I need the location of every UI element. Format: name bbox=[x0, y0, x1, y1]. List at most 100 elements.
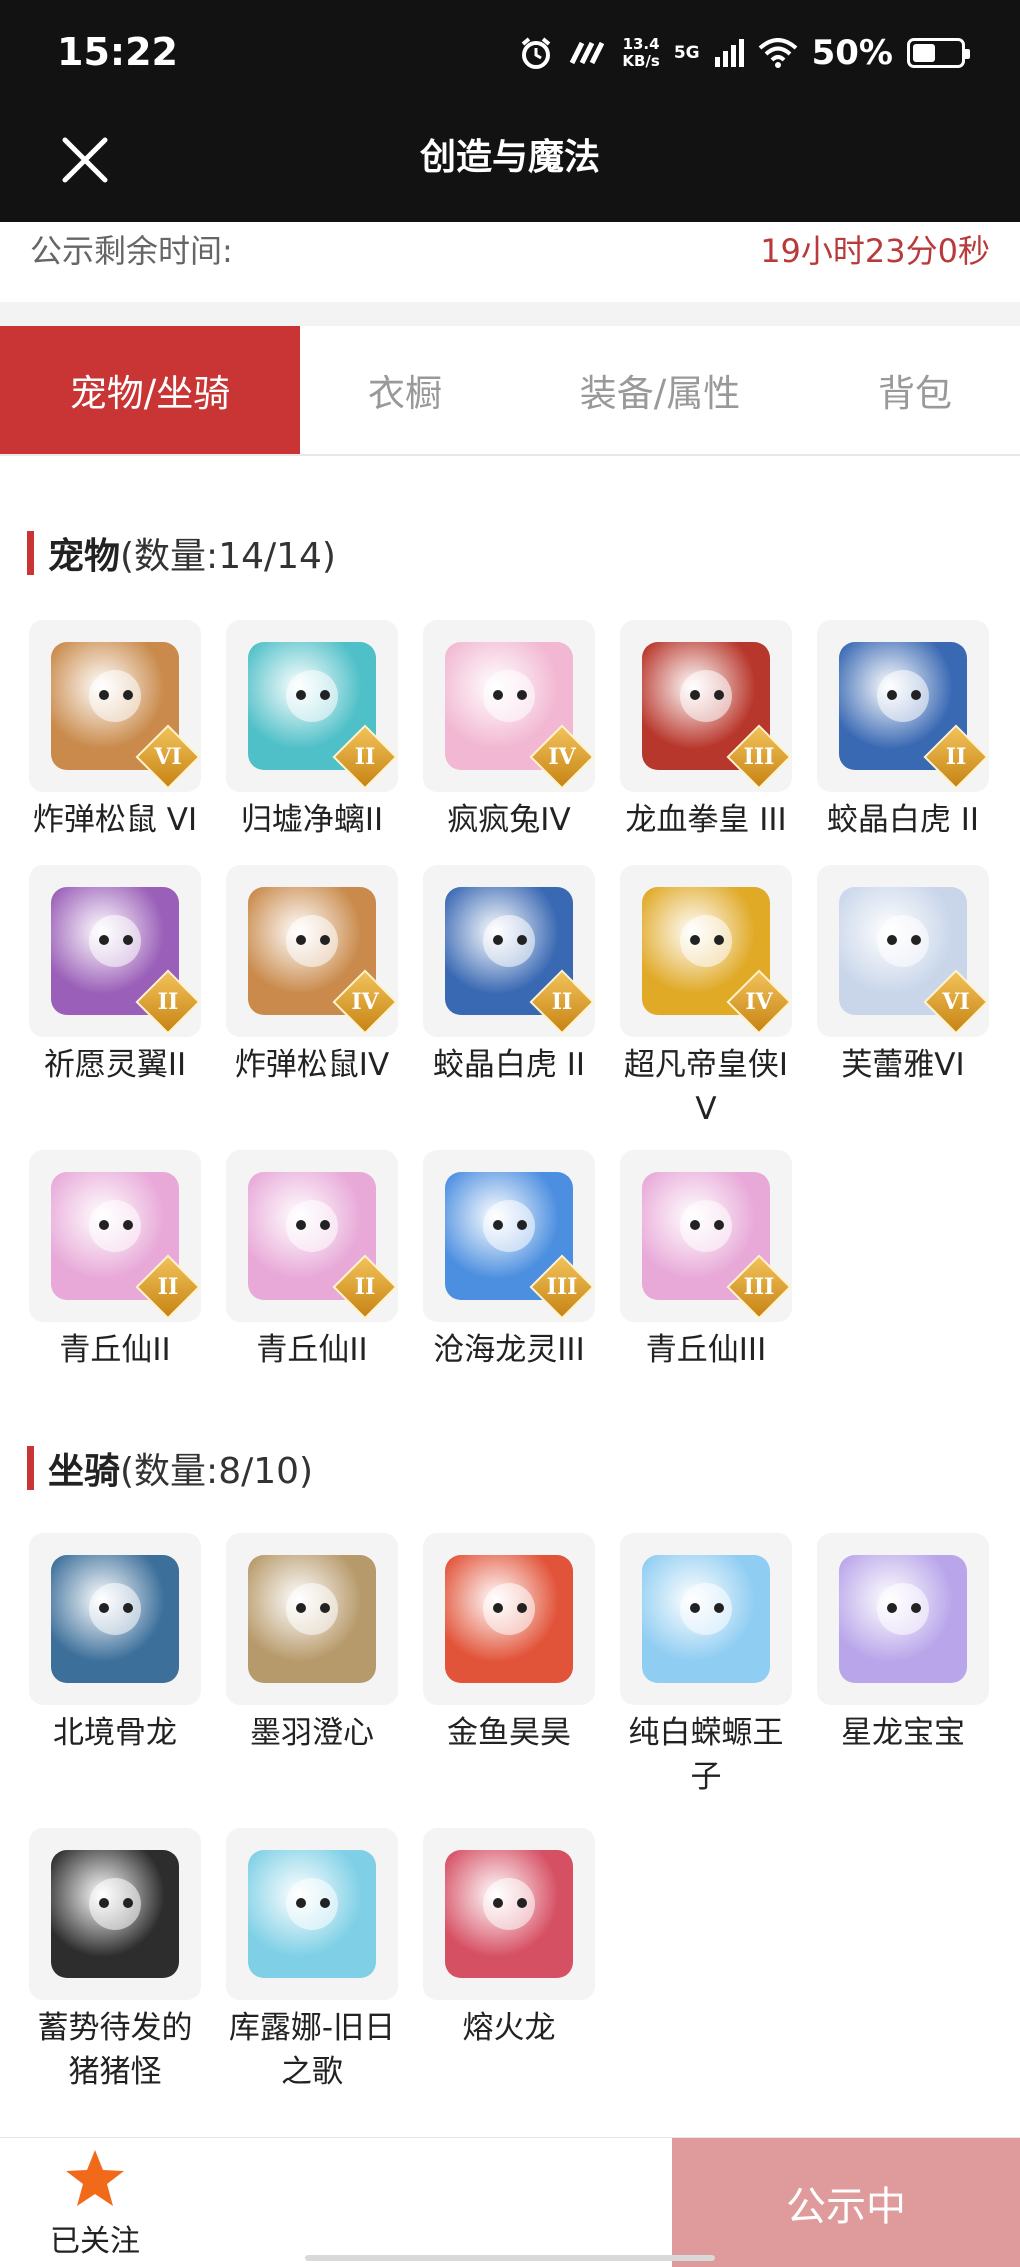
rank-badge-label: VI bbox=[942, 989, 970, 1015]
item-name: 星龙宝宝 bbox=[841, 1715, 965, 1751]
item-card[interactable]: II 青丘仙II bbox=[224, 1150, 400, 1372]
item-card[interactable]: 金鱼昊昊 bbox=[421, 1533, 597, 1755]
notice-row: 公示剩余时间: 19小时23分0秒 bbox=[0, 222, 1020, 302]
tab-equipment[interactable]: 装备/属性 bbox=[530, 326, 790, 454]
item-thumbnail: II bbox=[29, 1150, 201, 1322]
rank-badge-label: II bbox=[354, 1274, 376, 1300]
rank-badge-label: II bbox=[157, 1274, 179, 1300]
item-card[interactable]: II 青丘仙II bbox=[27, 1150, 203, 1372]
item-name: 龙血拳皇 III bbox=[625, 802, 787, 838]
follow-button[interactable]: 已关注 bbox=[30, 2146, 160, 2260]
item-card[interactable]: II 归墟净螭II bbox=[224, 620, 400, 842]
pets-section-title: 宠物 (数量:14/14) bbox=[27, 528, 336, 578]
item-card[interactable]: VI 炸弹松鼠 VI bbox=[27, 620, 203, 842]
item-card[interactable]: 墨羽澄心 bbox=[224, 1533, 400, 1755]
item-thumbnail: VI bbox=[29, 620, 201, 792]
tab-bar: 宠物/坐骑 衣橱 装备/属性 背包 bbox=[0, 326, 1020, 456]
wifi-icon bbox=[758, 38, 797, 68]
creature-image bbox=[642, 1555, 770, 1683]
item-card[interactable]: III 沧海龙灵III bbox=[421, 1150, 597, 1372]
item-name: 祈愿灵翼II bbox=[43, 1047, 187, 1083]
rank-badge-label: III bbox=[743, 1274, 775, 1300]
item-card[interactable]: 星龙宝宝 bbox=[815, 1533, 991, 1755]
status-bar: 15:22 13.4 KB/s 5G 50% bbox=[0, 0, 1020, 110]
item-name: 青丘仙III bbox=[645, 1332, 767, 1368]
item-card[interactable]: 库露娜-旧日之歌 bbox=[224, 1828, 400, 2094]
item-thumbnail: VI bbox=[817, 865, 989, 1037]
item-name: 沧海龙灵III bbox=[433, 1332, 585, 1368]
item-thumbnail: II bbox=[226, 1150, 398, 1322]
item-thumbnail: IV bbox=[423, 620, 595, 792]
creature-image bbox=[248, 1850, 376, 1978]
item-card[interactable]: IV 疯疯兔IV bbox=[421, 620, 597, 842]
rank-badge-label: II bbox=[157, 989, 179, 1015]
item-card[interactable]: 北境骨龙 bbox=[27, 1533, 203, 1755]
item-thumbnail: III bbox=[423, 1150, 595, 1322]
item-name: 蛟晶白虎 II bbox=[432, 1047, 586, 1083]
item-card[interactable]: IV 炸弹松鼠IV bbox=[224, 865, 400, 1087]
item-thumbnail: II bbox=[29, 865, 201, 1037]
creature-image bbox=[51, 1850, 179, 1978]
page-title: 创造与魔法 bbox=[419, 137, 600, 178]
item-thumbnail: III bbox=[620, 1150, 792, 1322]
rank-badge-label: II bbox=[945, 744, 967, 770]
rank-badge-label: IV bbox=[548, 744, 576, 770]
network-type: 5G bbox=[673, 43, 700, 63]
item-card[interactable]: VI 芙蕾雅VI bbox=[815, 865, 991, 1087]
item-name: 蛟晶白虎 II bbox=[826, 802, 980, 838]
rank-badge-label: II bbox=[551, 989, 573, 1015]
divider bbox=[0, 302, 1020, 326]
item-card[interactable]: II 祈愿灵翼II bbox=[27, 865, 203, 1087]
battery-percent: 50% bbox=[811, 33, 893, 73]
creature-image bbox=[248, 1555, 376, 1683]
item-thumbnail: II bbox=[226, 620, 398, 792]
rank-badge-label: IV bbox=[745, 989, 773, 1015]
section-count: (数量:8/10) bbox=[120, 1451, 314, 1492]
item-card[interactable]: III 龙血拳皇 III bbox=[618, 620, 794, 842]
creature-image bbox=[445, 1850, 573, 1978]
item-thumbnail: IV bbox=[226, 865, 398, 1037]
item-name: 熔火龙 bbox=[462, 2010, 556, 2046]
item-card[interactable]: 纯白蝾螈王子 bbox=[618, 1533, 794, 1799]
home-indicator bbox=[305, 2255, 715, 2261]
signal-icon bbox=[714, 39, 744, 67]
follow-label: 已关注 bbox=[50, 2224, 140, 2259]
item-name: 蓄势待发的猪猪怪 bbox=[37, 2010, 193, 2090]
item-card[interactable]: 熔火龙 bbox=[421, 1828, 597, 2050]
item-name: 墨羽澄心 bbox=[250, 1715, 374, 1751]
tab-backpack[interactable]: 背包 bbox=[820, 326, 1010, 454]
item-card[interactable]: III 青丘仙III bbox=[618, 1150, 794, 1372]
item-name: 青丘仙II bbox=[59, 1332, 171, 1368]
status-time: 15:22 bbox=[57, 30, 178, 74]
item-thumbnail: IV bbox=[620, 865, 792, 1037]
net-speed: 13.4 KB/s bbox=[622, 35, 660, 70]
item-name: 炸弹松鼠 VI bbox=[32, 802, 198, 838]
creature-image bbox=[445, 1555, 573, 1683]
item-thumbnail: II bbox=[817, 620, 989, 792]
section-marker bbox=[27, 531, 34, 575]
public-status-button[interactable]: 公示中 bbox=[672, 2138, 1020, 2267]
item-thumbnail bbox=[423, 1533, 595, 1705]
status-icons: 13.4 KB/s 5G 50% bbox=[518, 28, 970, 78]
item-thumbnail: III bbox=[620, 620, 792, 792]
item-name: 金鱼昊昊 bbox=[447, 1715, 571, 1751]
item-name: 疯疯兔IV bbox=[447, 802, 571, 838]
item-card[interactable]: II 蛟晶白虎 II bbox=[815, 620, 991, 842]
item-thumbnail bbox=[817, 1533, 989, 1705]
rank-badge-label: II bbox=[354, 744, 376, 770]
item-thumbnail bbox=[423, 1828, 595, 2000]
tab-wardrobe[interactable]: 衣橱 bbox=[300, 326, 510, 454]
item-name: 青丘仙II bbox=[256, 1332, 368, 1368]
nav-bar: 创造与魔法 bbox=[0, 110, 1020, 222]
item-card[interactable]: IV 超凡帝皇侠IV bbox=[618, 865, 794, 1131]
item-name: 北境骨龙 bbox=[53, 1715, 177, 1751]
item-card[interactable]: II 蛟晶白虎 II bbox=[421, 865, 597, 1087]
tab-pets-mounts[interactable]: 宠物/坐骑 bbox=[0, 326, 300, 454]
mounts-section-title: 坐骑 (数量:8/10) bbox=[27, 1443, 313, 1493]
item-name: 纯白蝾螈王子 bbox=[628, 1715, 784, 1795]
countdown-value: 19小时23分0秒 bbox=[760, 232, 990, 270]
item-card[interactable]: 蓄势待发的猪猪怪 bbox=[27, 1828, 203, 2094]
rank-badge-label: III bbox=[546, 1274, 578, 1300]
bottom-bar: 已关注 公示中 bbox=[0, 2137, 1020, 2267]
rank-badge-label: VI bbox=[154, 744, 182, 770]
